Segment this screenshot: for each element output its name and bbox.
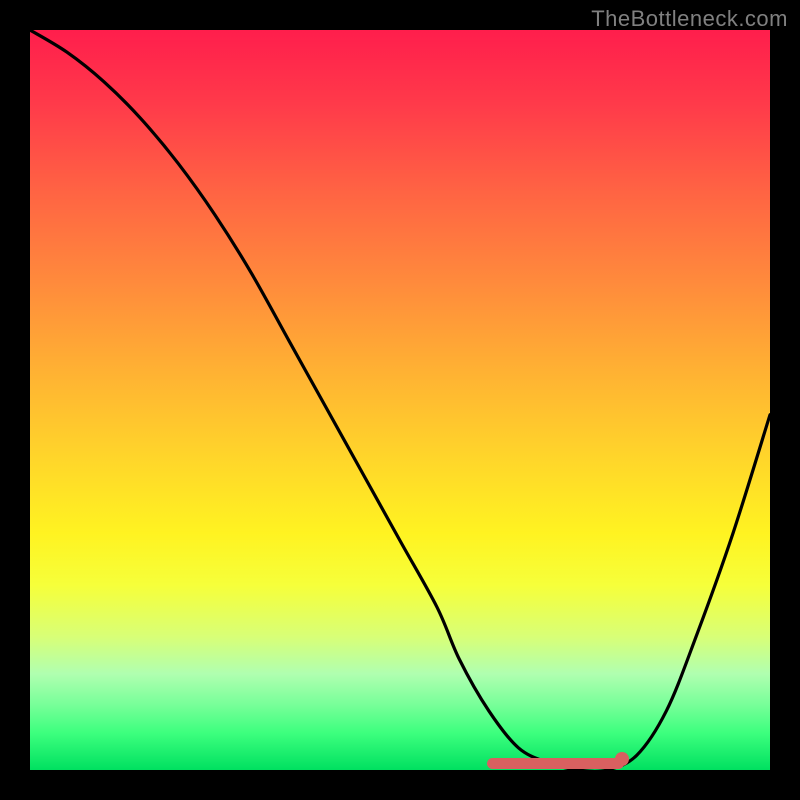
plot-area [30, 30, 770, 770]
bottleneck-curve [30, 30, 770, 770]
chart-frame: TheBottleneck.com [0, 0, 800, 800]
trough-end-dot [615, 752, 629, 766]
curve-path [30, 30, 770, 771]
trough-range-marker [487, 758, 624, 769]
watermark-text: TheBottleneck.com [591, 6, 788, 32]
